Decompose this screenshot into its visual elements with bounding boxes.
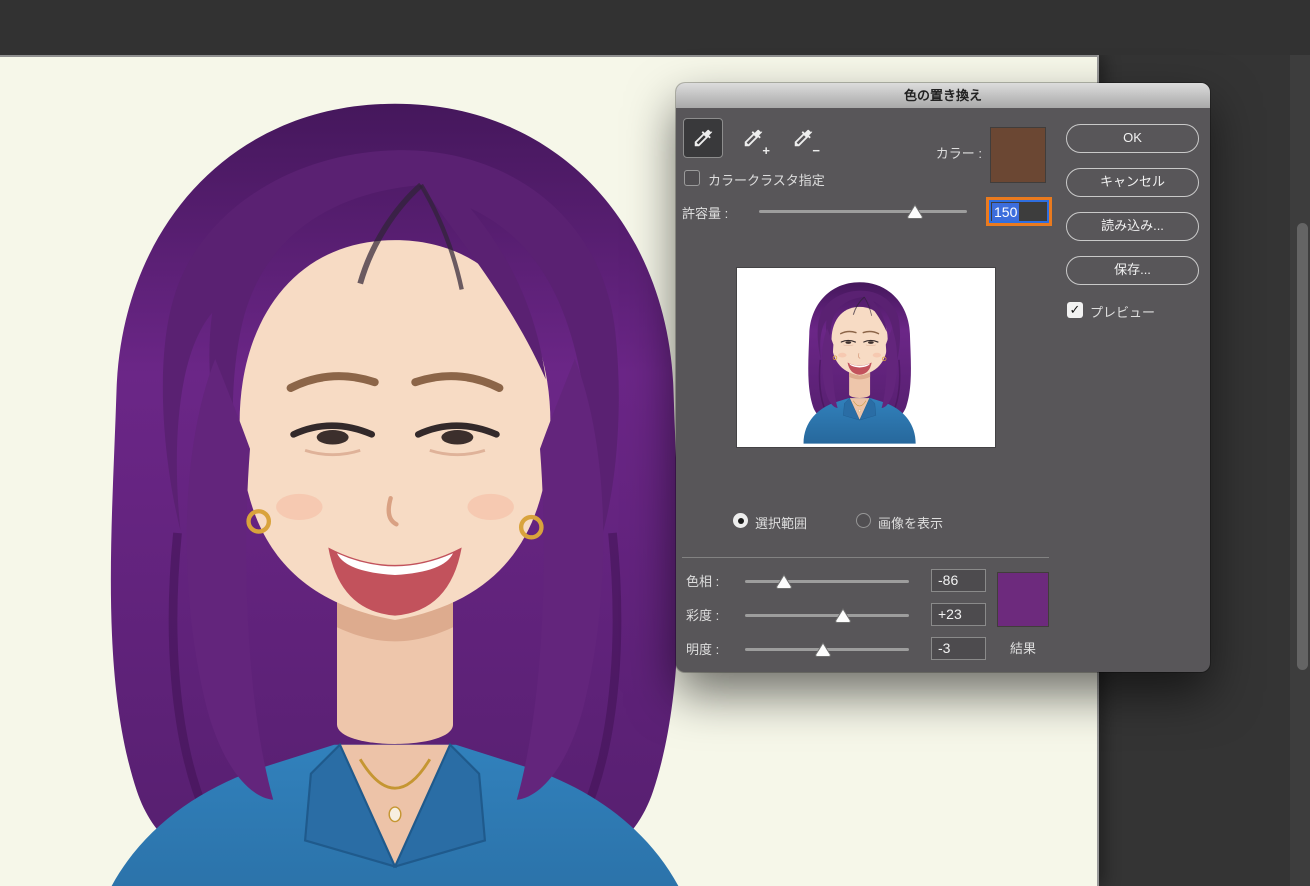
eyedropper-add-tool-button[interactable]: + — [733, 118, 773, 158]
minus-badge: − — [812, 144, 820, 157]
selection-preview-thumbnail[interactable] — [737, 268, 995, 447]
app-top-bar — [0, 0, 1310, 55]
saturation-slider-track[interactable] — [745, 614, 909, 617]
saturation-slider-thumb[interactable] — [834, 608, 852, 623]
image-radio[interactable] — [856, 513, 871, 528]
hue-value-field[interactable]: -86 — [931, 569, 986, 592]
lightness-label: 明度 : — [686, 639, 719, 658]
plus-badge: + — [762, 144, 770, 157]
fuzziness-value: 150 — [992, 203, 1019, 221]
eyedropper-plus-icon — [742, 127, 764, 149]
saturation-label: 彩度 : — [686, 605, 719, 624]
selection-radio[interactable] — [733, 513, 748, 528]
preview-label: プレビュー — [1090, 302, 1155, 321]
saturation-value-field[interactable]: +23 — [931, 603, 986, 626]
hue-label: 色相 : — [686, 571, 719, 590]
sample-color-label: カラー : — [916, 143, 982, 162]
fuzziness-slider-track[interactable] — [759, 210, 967, 213]
cancel-button[interactable]: キャンセル — [1066, 168, 1199, 197]
eyedropper-subtract-tool-button[interactable]: − — [783, 118, 823, 158]
fuzziness-input[interactable]: 150 — [986, 197, 1052, 226]
fuzziness-label: 許容量 : — [682, 203, 728, 222]
sample-color-swatch[interactable] — [990, 127, 1046, 183]
eyedropper-minus-icon — [792, 127, 814, 149]
ok-button[interactable]: OK — [1066, 124, 1199, 153]
save-button[interactable]: 保存... — [1066, 256, 1199, 285]
replace-color-dialog: 色の置き換え + − カラークラスタ指定 許容量 : 150 カラー : OK … — [676, 83, 1210, 672]
load-button[interactable]: 読み込み... — [1066, 212, 1199, 241]
result-color-swatch — [997, 572, 1049, 627]
selection-radio-label: 選択範囲 — [755, 513, 807, 532]
image-radio-label: 画像を表示 — [878, 513, 943, 532]
lightness-value-field[interactable]: -3 — [931, 637, 986, 660]
preview-checkbox[interactable]: ✓ — [1067, 302, 1083, 318]
divider — [682, 557, 1049, 558]
lightness-slider-thumb[interactable] — [814, 642, 832, 657]
check-icon: ✓ — [1070, 302, 1081, 317]
hue-slider-thumb[interactable] — [775, 574, 793, 589]
eyedropper-tool-button[interactable] — [683, 118, 723, 158]
color-cluster-label: カラークラスタ指定 — [708, 170, 825, 189]
color-cluster-checkbox[interactable] — [684, 170, 700, 186]
vertical-scrollbar[interactable] — [1297, 223, 1308, 670]
dialog-title[interactable]: 色の置き換え — [676, 83, 1210, 108]
eyedropper-icon — [692, 127, 714, 149]
fuzziness-slider-thumb[interactable] — [906, 204, 924, 219]
hue-slider-track[interactable] — [745, 580, 909, 583]
result-label: 結果 — [997, 638, 1049, 657]
